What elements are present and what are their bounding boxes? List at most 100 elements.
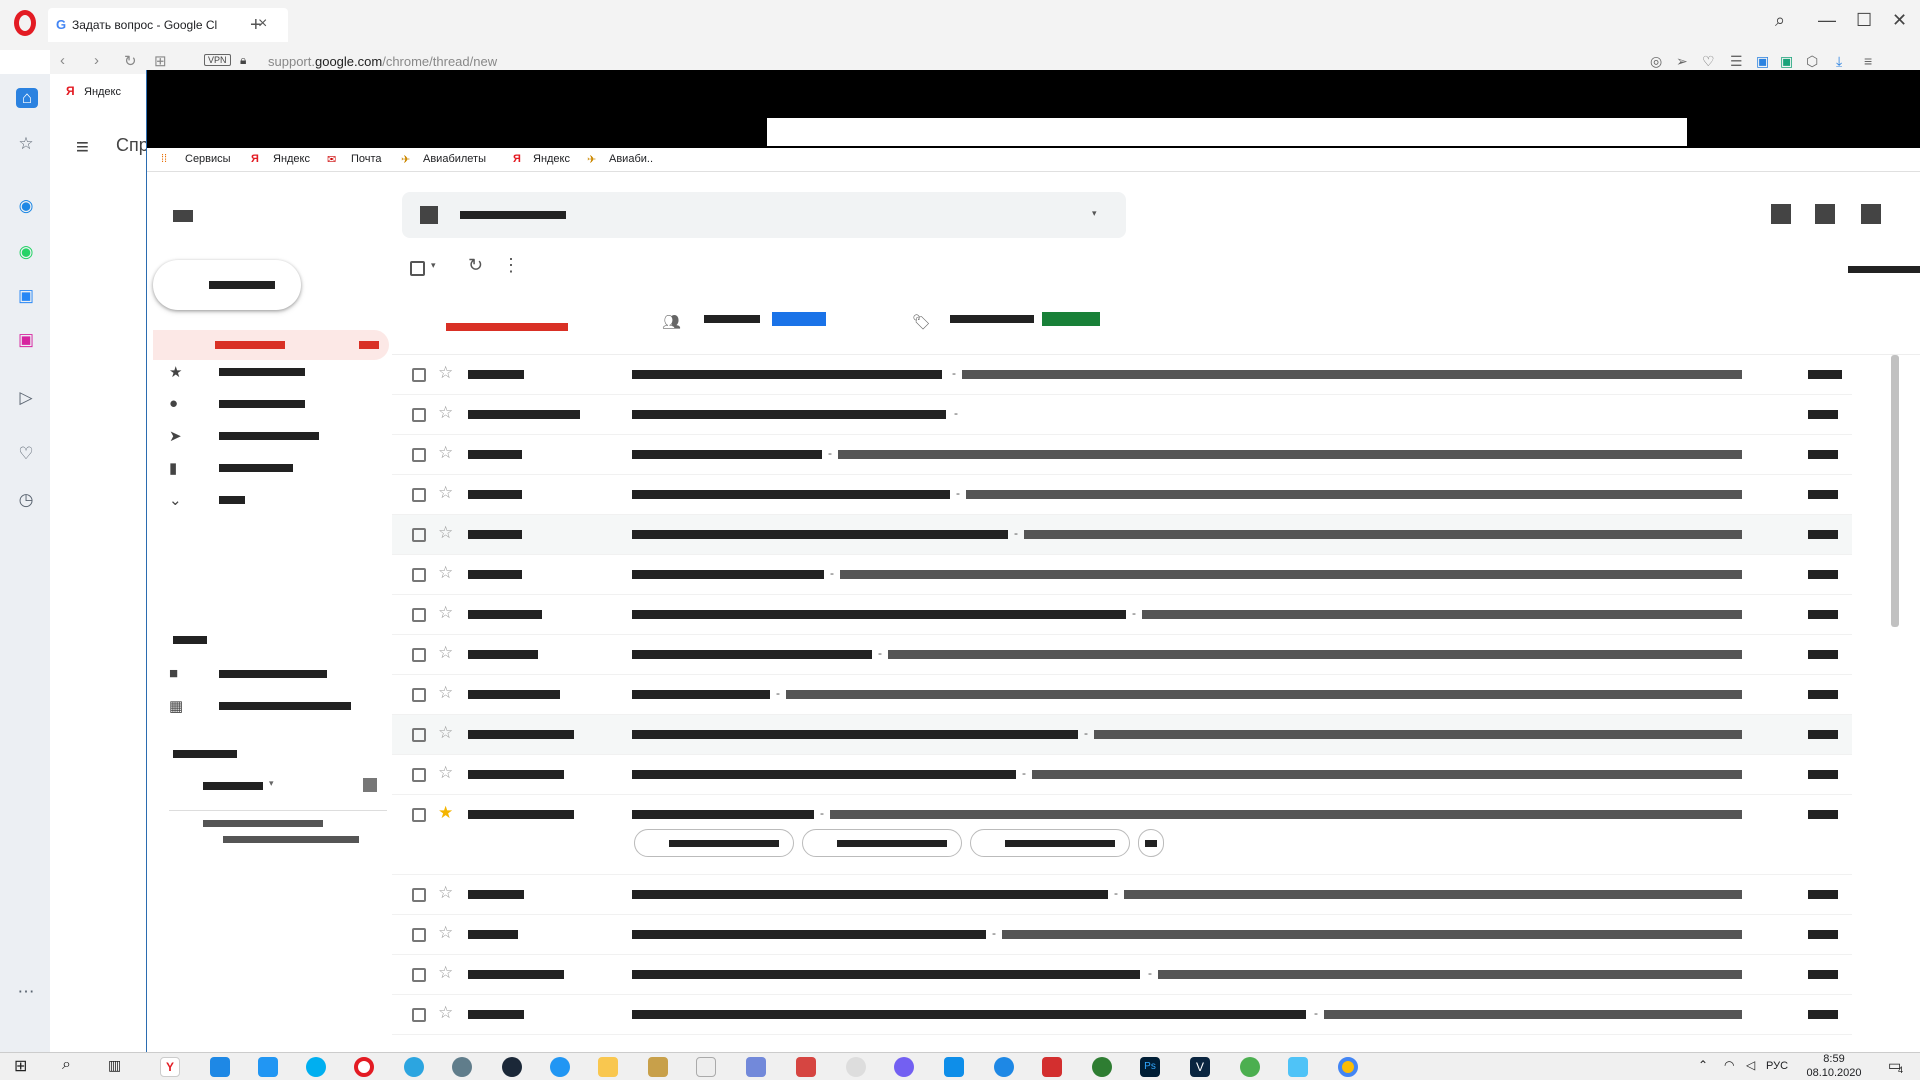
email-row[interactable]: ☆ - (392, 555, 1852, 595)
messenger-icon[interactable]: ◉ (15, 196, 37, 216)
email-row[interactable]: ☆ - (392, 635, 1852, 675)
email-row[interactable]: ☆ - (392, 995, 1852, 1035)
email-row[interactable]: ☆ - (392, 515, 1852, 555)
extension-icon[interactable]: ▣ (1780, 53, 1793, 70)
row-checkbox[interactable] (412, 1008, 426, 1022)
viber-icon[interactable] (894, 1057, 914, 1077)
heart-icon[interactable]: ♡ (1702, 53, 1715, 70)
more-vert-icon[interactable]: ⋮ (502, 255, 520, 276)
more-icon[interactable]: ⋯ (15, 982, 37, 1002)
row-checkbox[interactable] (412, 928, 426, 942)
teamviewer-icon[interactable] (944, 1057, 964, 1077)
email-row[interactable]: ☆ - (392, 395, 1852, 435)
send-icon[interactable]: ➢ (1676, 53, 1688, 70)
star-icon[interactable]: ☆ (438, 483, 453, 503)
app-icon[interactable] (846, 1057, 866, 1077)
vpn-badge[interactable]: VPN (204, 54, 231, 66)
attachment-chip[interactable] (970, 829, 1130, 857)
discord-icon[interactable] (746, 1057, 766, 1077)
app-icon[interactable] (1092, 1057, 1112, 1077)
app-icon[interactable] (648, 1057, 668, 1077)
hamburger-icon[interactable]: ≡ (76, 134, 89, 160)
home-icon[interactable]: ⌂ (16, 88, 38, 108)
telegram-icon[interactable] (404, 1057, 424, 1077)
email-row[interactable]: ☆ - (392, 355, 1852, 395)
star-icon[interactable]: ☆ (438, 723, 453, 743)
new-tab-icon[interactable]: + (250, 14, 262, 37)
support-icon[interactable] (1771, 204, 1791, 224)
gmail-main-menu-icon[interactable] (173, 210, 193, 222)
email-row[interactable]: ☆ - (392, 875, 1852, 915)
apps-icon[interactable] (1815, 204, 1835, 224)
star-icon[interactable]: ☆ (438, 403, 453, 423)
row-checkbox[interactable] (412, 608, 426, 622)
whatsapp-icon[interactable]: ◉ (15, 242, 37, 262)
bookmark-mail[interactable]: Почта (351, 153, 382, 165)
tab-social[interactable]: 👥︎ (632, 295, 892, 355)
file-explorer-icon[interactable] (598, 1057, 618, 1077)
select-all-checkbox[interactable] (410, 261, 425, 276)
pdf-icon[interactable] (1042, 1057, 1062, 1077)
bookmark-yandex-2[interactable]: Яндекс (533, 153, 570, 165)
tab-primary[interactable] (392, 295, 632, 355)
attachment-chip[interactable] (802, 829, 962, 857)
row-checkbox[interactable] (412, 888, 426, 902)
add-contact-icon[interactable] (363, 778, 377, 792)
forward-icon[interactable]: › (94, 52, 99, 69)
row-checkbox[interactable] (412, 968, 426, 982)
menu-icon[interactable]: ≡ (1864, 53, 1872, 69)
tabs-grid-icon[interactable]: ⊞ (154, 52, 167, 70)
lock-icon[interactable]: 🔒︎ (240, 53, 246, 68)
photoshop-icon[interactable]: Ps (1140, 1057, 1160, 1077)
chevron-down-icon[interactable]: ▾ (431, 260, 436, 271)
heart-icon[interactable]: ♡ (15, 444, 37, 464)
compose-button[interactable] (153, 260, 301, 310)
opera-icon[interactable] (354, 1057, 374, 1077)
reload-icon[interactable]: ↻ (124, 52, 137, 70)
system-clock[interactable]: 8:59 08.10.2020 (1802, 1052, 1866, 1080)
bookmark-yandex[interactable]: Яндекс (84, 86, 121, 98)
hangouts-user-redacted[interactable] (203, 782, 263, 790)
search-box[interactable]: ▾ (402, 192, 1126, 238)
star-icon[interactable]: ☆ (438, 523, 453, 543)
steam-icon[interactable] (502, 1057, 522, 1077)
task-view-icon[interactable]: ▥ (108, 1057, 121, 1074)
star-icon[interactable]: ☆ (438, 963, 453, 983)
attachment-chip[interactable] (634, 829, 794, 857)
star-icon[interactable]: ☆ (438, 363, 453, 383)
star-filled-icon[interactable]: ★ (438, 803, 453, 823)
email-row[interactable]: ☆ - (392, 955, 1852, 995)
teamviewer-alt-icon[interactable] (550, 1057, 570, 1077)
wifi-icon[interactable]: ◠ (1724, 1058, 1734, 1072)
star-icon[interactable]: ☆ (438, 923, 453, 943)
row-checkbox[interactable] (412, 648, 426, 662)
close-window-icon[interactable]: ✕ (1892, 10, 1907, 31)
app-icon[interactable] (452, 1057, 472, 1077)
email-row[interactable]: ☆ - (392, 475, 1852, 515)
chevron-down-icon[interactable]: ▾ (269, 778, 274, 789)
edge-icon[interactable] (210, 1057, 230, 1077)
row-checkbox[interactable] (412, 768, 426, 782)
instagram-icon[interactable]: ▣ (15, 330, 37, 350)
volume-icon[interactable]: ◁︎ (1746, 1058, 1755, 1072)
row-checkbox[interactable] (412, 368, 426, 382)
star-icon[interactable]: ☆ (438, 1003, 453, 1023)
list-icon[interactable]: ☰ (1730, 53, 1743, 70)
chrome-icon[interactable] (1338, 1057, 1358, 1077)
chevron-up-icon[interactable]: ⌃ (1698, 1058, 1708, 1072)
opera-logo-icon[interactable] (14, 10, 36, 36)
chrome-omnibox[interactable] (767, 118, 1687, 146)
maximize-icon[interactable]: ☐ (1856, 10, 1872, 31)
download-icon[interactable]: ⤓ (1836, 53, 1842, 70)
history-clock-icon[interactable]: ◷ (15, 490, 37, 510)
camera-icon[interactable]: ◎ (1650, 53, 1662, 70)
search-options-icon[interactable]: ▾ (1092, 208, 1097, 219)
star-icon[interactable]: ☆ (438, 603, 453, 623)
app-icon[interactable] (994, 1057, 1014, 1077)
search-icon[interactable] (420, 206, 438, 224)
email-row[interactable]: ☆ - (392, 595, 1852, 635)
language-indicator[interactable]: РУС (1766, 1060, 1788, 1072)
email-row[interactable]: ☆ - (392, 715, 1852, 755)
app-icon[interactable] (1288, 1057, 1308, 1077)
row-checkbox[interactable] (412, 528, 426, 542)
